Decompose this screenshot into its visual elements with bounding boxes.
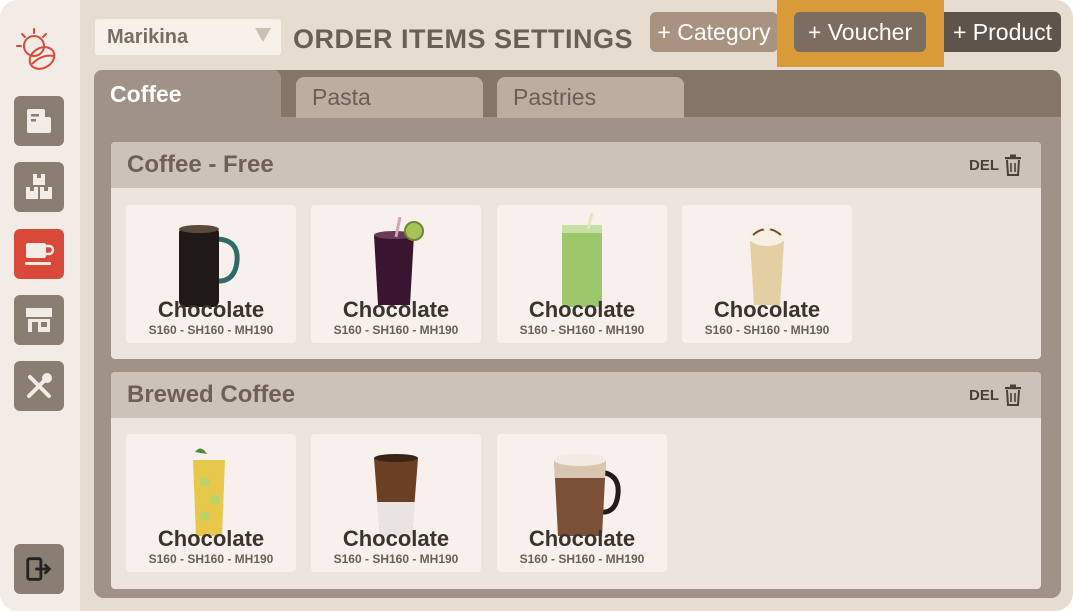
iced-matcha-image: [562, 213, 602, 307]
trash-icon: [1005, 154, 1021, 176]
product-card[interactable]: Chocolate S160 - SH160 - MH190: [126, 205, 296, 343]
product-card[interactable]: Chocolate S160 - SH160 - MH190: [497, 205, 667, 343]
tab-pastries[interactable]: Pastries: [497, 77, 684, 118]
product-name: Chocolate: [713, 297, 821, 322]
product-price: S160 - SH160 - MH190: [519, 323, 645, 337]
branch-select[interactable]: Marikina: [95, 19, 281, 55]
lemon-iced-tea-image: [193, 448, 225, 536]
iced-latte-image: [374, 454, 418, 536]
hot-dark-mug-image: [179, 225, 240, 307]
delete-section-button[interactable]: DEL: [969, 384, 1023, 406]
product-price: S160 - SH160 - MH190: [704, 323, 830, 337]
product-card[interactable]: Chocolate S160 - SH160 - MH190: [311, 434, 481, 572]
product-card[interactable]: Chocolate S160 - SH160 - MH190: [126, 434, 296, 572]
delete-label: DEL: [969, 156, 999, 174]
product-name: Chocolate: [157, 297, 265, 322]
hot-latte-mug-image: [554, 454, 621, 536]
logout-button[interactable]: [14, 544, 64, 594]
sidebar-item-inventory[interactable]: [14, 162, 64, 212]
sidebar-item-settings[interactable]: [14, 361, 64, 411]
product-name: Chocolate: [528, 297, 636, 322]
boxes-icon: [26, 174, 52, 199]
sidebar-item-orders[interactable]: [14, 96, 64, 146]
section-title: Brewed Coffee: [127, 381, 296, 408]
product-name: Chocolate: [342, 526, 450, 551]
chevron-down-icon: [255, 28, 271, 42]
section-title: Coffee - Free: [127, 151, 274, 178]
sidebar-item-store[interactable]: [14, 295, 64, 345]
add-voucher-button[interactable]: + Voucher: [794, 12, 926, 52]
frappe-cream-image: [749, 223, 785, 305]
product-name: Chocolate: [157, 526, 265, 551]
product-name: Chocolate: [528, 526, 636, 551]
sidebar: [0, 0, 80, 611]
delete-section-button[interactable]: DEL: [969, 154, 1023, 176]
section-header: Brewed Coffee DEL: [111, 372, 1041, 418]
coffee-cup-icon: [25, 243, 55, 265]
branch-select-value: Marikina: [107, 25, 189, 48]
logout-icon: [26, 557, 52, 581]
product-card[interactable]: Chocolate S160 - SH160 - MH190: [497, 434, 667, 572]
tab-pasta[interactable]: Pasta: [296, 77, 483, 118]
page-title: ORDER ITEMS SETTINGS: [293, 24, 634, 54]
product-card[interactable]: Chocolate S160 - SH160 - MH190: [311, 205, 481, 343]
delete-label: DEL: [969, 386, 999, 404]
product-price: S160 - SH160 - MH190: [148, 323, 274, 337]
trash-icon: [1005, 384, 1021, 406]
add-category-button[interactable]: + Category: [650, 12, 778, 52]
app-window: Marikina ORDER ITEMS SETTINGS + Category…: [0, 0, 1073, 611]
product-price: S160 - SH160 - MH190: [333, 323, 459, 337]
tools-icon: [27, 373, 52, 398]
section-header: Coffee - Free DEL: [111, 142, 1041, 188]
product-name: Chocolate: [342, 297, 450, 322]
product-card[interactable]: Chocolate S160 - SH160 - MH190: [682, 205, 852, 343]
iced-berry-lime-image: [374, 216, 424, 305]
store-icon: [26, 308, 52, 332]
receipt-icon: [27, 109, 51, 133]
product-price: S160 - SH160 - MH190: [148, 552, 274, 566]
product-price: S160 - SH160 - MH190: [519, 552, 645, 566]
sidebar-item-order-items[interactable]: [14, 229, 64, 279]
tab-coffee[interactable]: Coffee: [94, 70, 281, 118]
add-product-button[interactable]: + Product: [944, 12, 1061, 52]
sunflower-logo-icon: [16, 28, 56, 70]
product-price: S160 - SH160 - MH190: [333, 552, 459, 566]
